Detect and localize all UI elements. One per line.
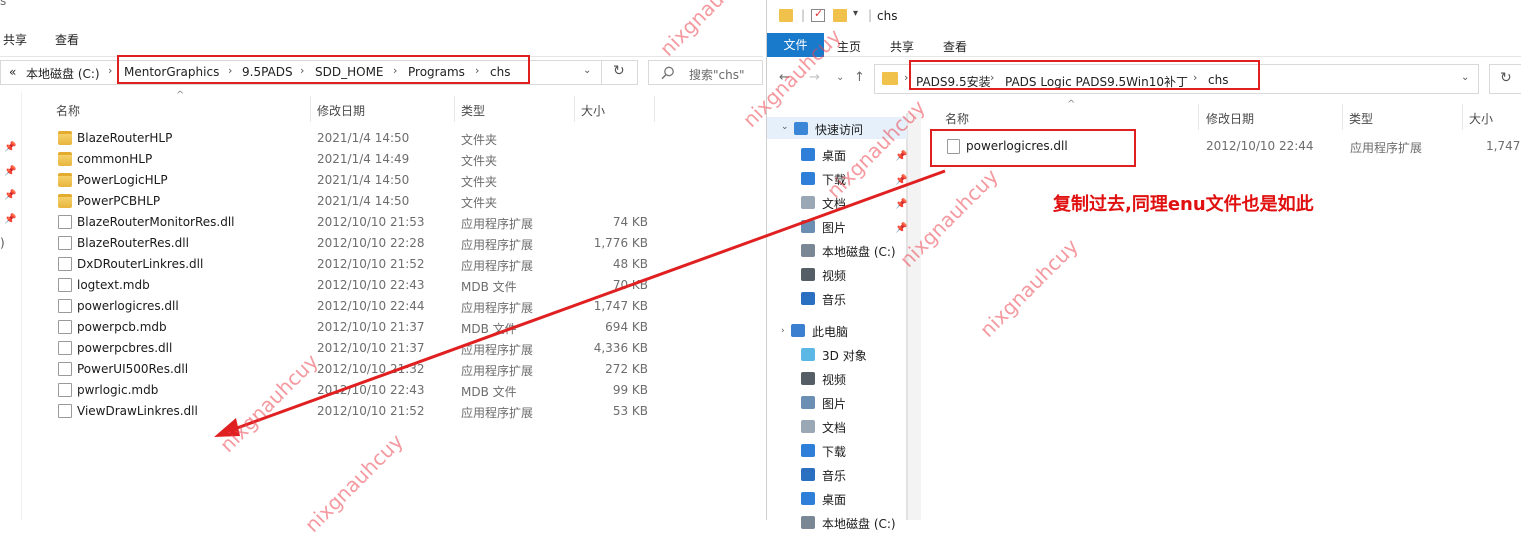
- arrow-line: [225, 169, 946, 434]
